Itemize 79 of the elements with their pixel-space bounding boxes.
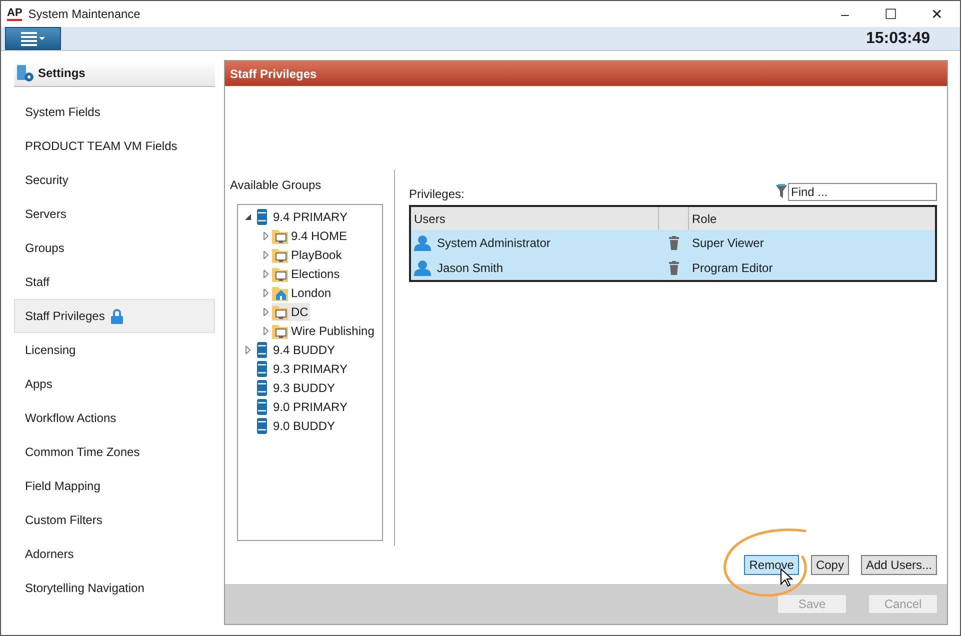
sidebar-item[interactable]: System Fields xyxy=(14,95,215,129)
expand-icon[interactable] xyxy=(262,232,270,240)
home-folder-icon xyxy=(272,284,288,300)
close-button[interactable]: ✕ xyxy=(914,1,960,27)
tree-item[interactable]: 9.0 PRIMARY xyxy=(254,398,350,416)
table-row[interactable]: Jason Smith Program Editor xyxy=(411,255,935,280)
sidebar-item[interactable]: Staff xyxy=(14,265,215,299)
table-cell-text: System Administrator xyxy=(437,234,550,252)
expand-icon[interactable] xyxy=(262,270,270,278)
folder-icon xyxy=(272,228,288,244)
delete-button[interactable] xyxy=(669,236,679,250)
server-icon xyxy=(254,208,270,224)
server-icon xyxy=(254,418,270,434)
sidebar-item[interactable]: Storytelling Navigation xyxy=(14,571,215,605)
tree-item[interactable]: Wire Publishing xyxy=(272,322,376,340)
tree-item[interactable]: DC xyxy=(272,302,310,320)
folder-icon xyxy=(272,304,288,320)
sidebar-item[interactable]: Servers xyxy=(14,197,215,231)
cursor-icon xyxy=(780,568,793,588)
server-icon xyxy=(254,342,270,358)
sidebar-item[interactable]: Custom Filters xyxy=(14,503,215,537)
window-title: System Maintenance xyxy=(28,6,140,23)
tree-item[interactable]: 9.4 PRIMARY xyxy=(254,208,350,226)
folder-icon xyxy=(272,266,288,282)
trash-icon xyxy=(669,236,679,250)
sidebar-item[interactable]: Adorners xyxy=(14,537,215,571)
table-cell-text: Program Editor xyxy=(692,260,773,276)
privileges-label: Privileges: xyxy=(409,186,464,203)
expand-icon[interactable] xyxy=(262,250,270,258)
table-cell-text: Super Viewer xyxy=(692,234,764,252)
tree-item[interactable]: 9.4 HOME xyxy=(272,226,350,244)
settings-icon xyxy=(16,64,34,82)
sidebar-title: Settings xyxy=(38,65,86,82)
sidebar-item[interactable]: Licensing xyxy=(14,333,215,367)
delete-button[interactable] xyxy=(669,260,679,274)
copy-button[interactable]: Copy xyxy=(810,555,849,575)
sidebar-item[interactable]: Security xyxy=(14,163,215,197)
server-icon xyxy=(254,380,270,396)
sidebar-item[interactable]: Workflow Actions xyxy=(14,401,215,435)
tree-item[interactable]: 9.3 PRIMARY xyxy=(254,360,350,378)
tree-item[interactable]: PlayBook xyxy=(272,246,344,264)
minimize-button[interactable]: – xyxy=(822,1,868,27)
folder-icon xyxy=(272,246,288,262)
sidebar-item[interactable]: Groups xyxy=(14,231,215,265)
server-icon xyxy=(254,360,270,376)
expand-icon[interactable] xyxy=(244,346,252,354)
sidebar-item[interactable]: Field Mapping xyxy=(14,469,215,503)
maximize-button[interactable]: ☐ xyxy=(868,1,914,27)
app-logo: AP xyxy=(7,7,22,21)
sidebar-item[interactable]: Staff Privileges xyxy=(14,299,215,333)
table-cell-text: Jason Smith xyxy=(437,260,504,276)
panel-header: Staff Privileges xyxy=(225,61,947,86)
expand-icon[interactable] xyxy=(262,326,270,334)
tree-item[interactable]: 9.0 BUDDY xyxy=(254,416,338,434)
user-icon xyxy=(414,260,431,276)
expand-icon[interactable] xyxy=(262,288,270,296)
find-field[interactable]: Find ... xyxy=(788,183,937,201)
trash-icon xyxy=(669,260,679,274)
menu-button[interactable] xyxy=(5,27,61,50)
sidebar-item[interactable]: Common Time Zones xyxy=(14,435,215,469)
server-icon xyxy=(254,398,270,414)
tree-item[interactable]: London xyxy=(272,284,334,302)
groups-label: Available Groups xyxy=(230,177,322,194)
collapse-icon[interactable] xyxy=(244,212,252,220)
filter-icon xyxy=(776,184,787,199)
folder-icon xyxy=(272,322,288,338)
sidebar-item[interactable]: PRODUCT TEAM VM Fields xyxy=(14,129,215,163)
expand-icon[interactable] xyxy=(262,308,270,316)
tree-item[interactable]: Elections xyxy=(272,264,342,282)
menu-icon xyxy=(21,32,45,46)
column-header[interactable]: Role xyxy=(689,207,935,230)
tree-item[interactable]: 9.4 BUDDY xyxy=(254,340,338,358)
sidebar-item[interactable]: Apps xyxy=(14,367,215,401)
tree-item[interactable]: 9.3 BUDDY xyxy=(254,378,338,396)
user-icon xyxy=(414,234,431,250)
remove-button[interactable]: Remove xyxy=(744,555,799,575)
add-users-button[interactable]: Add Users... xyxy=(860,555,937,575)
clock: 15:03:49 xyxy=(866,28,930,48)
table-row[interactable]: System Administrator Super Viewer xyxy=(411,230,935,255)
